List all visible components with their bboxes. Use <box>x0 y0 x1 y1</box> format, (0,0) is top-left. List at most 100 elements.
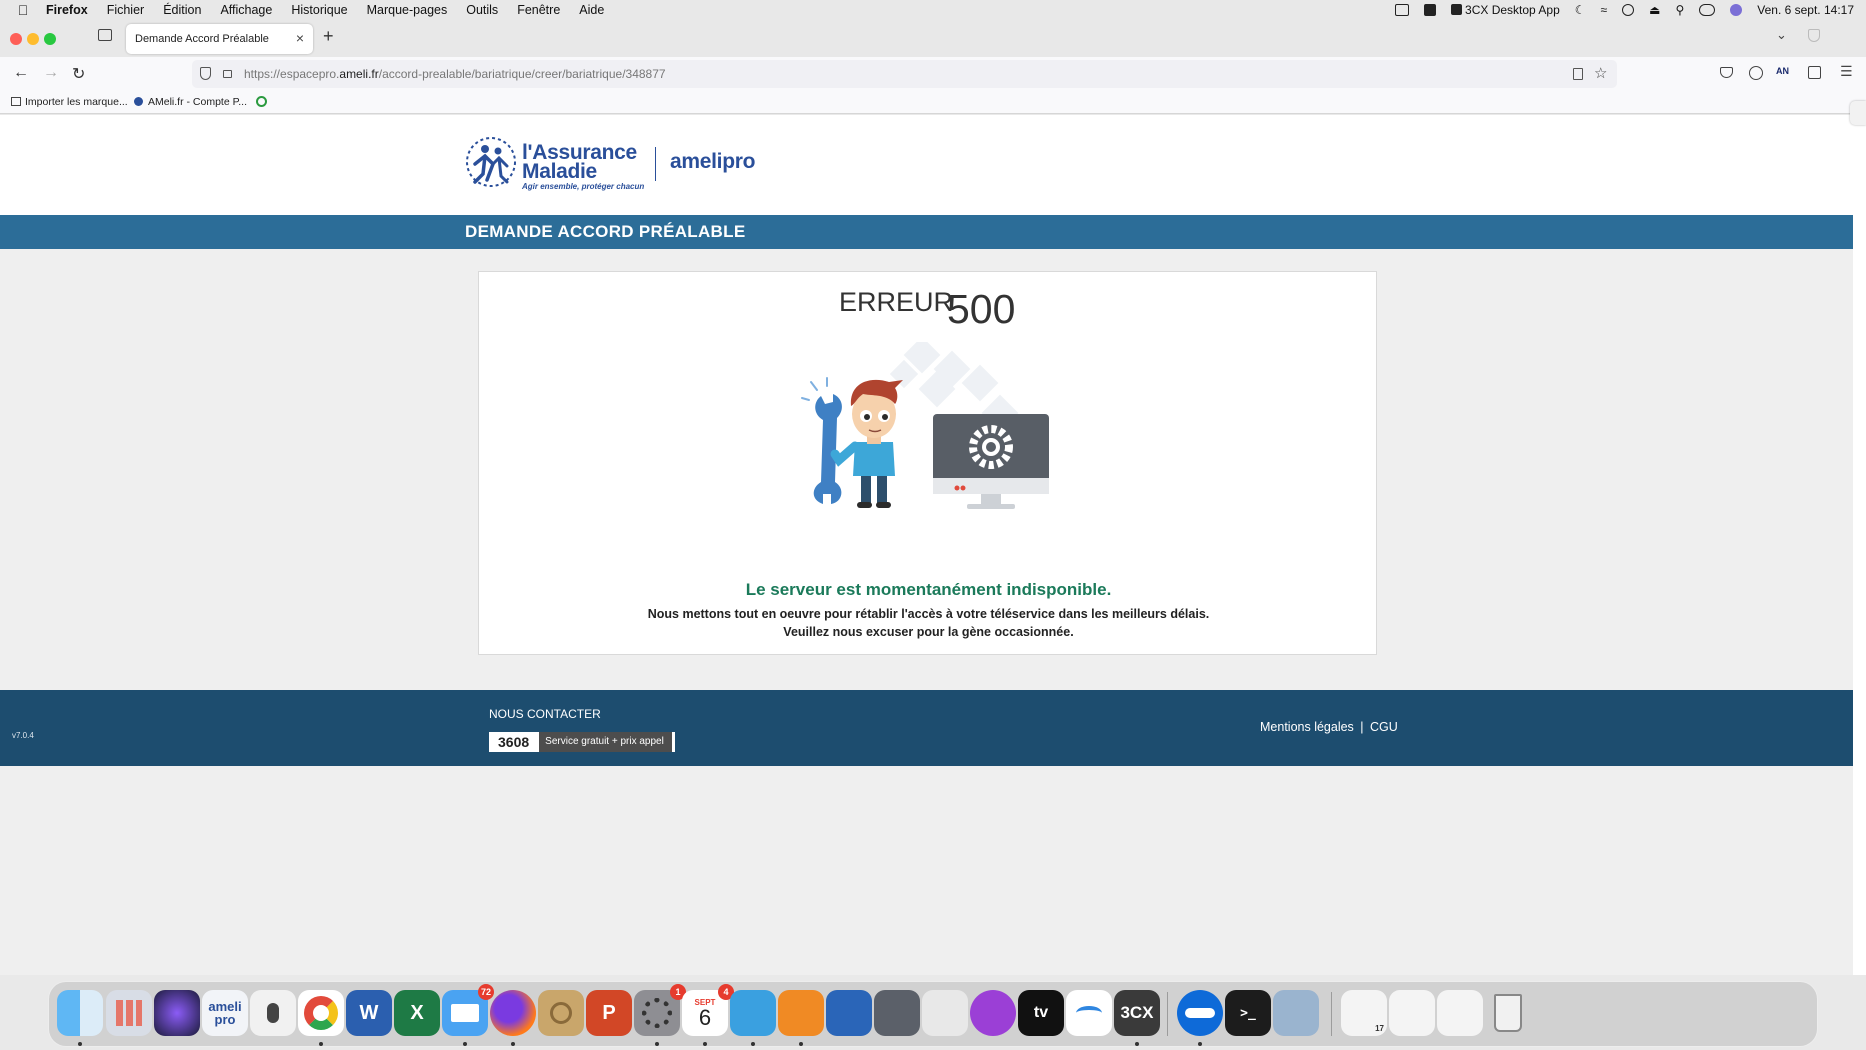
dock-contacts-icon[interactable] <box>538 990 584 1036</box>
dock-running-dot <box>799 1042 803 1046</box>
window-close-button[interactable] <box>10 33 22 45</box>
menu-outils[interactable]: Outils <box>466 3 498 17</box>
back-arrow-icon[interactable]: ← <box>13 64 29 82</box>
dock-powerpoint-icon[interactable]: P <box>586 990 632 1036</box>
url-domain: ameli.fr <box>339 67 379 81</box>
bookmark-green-favicon-icon[interactable] <box>256 96 267 107</box>
dock-preview-icon[interactable] <box>922 990 968 1036</box>
character-shoe-right <box>876 502 891 508</box>
time-machine-icon[interactable] <box>1622 3 1635 16</box>
menu-marque-pages[interactable]: Marque-pages <box>367 3 448 17</box>
bookmark-star-icon[interactable]: ☆ <box>1594 64 1607 82</box>
bookmark-import-label: Importer les marque... <box>25 96 128 108</box>
dock-finder-icon[interactable] <box>57 990 103 1036</box>
spotlight-search-icon[interactable]: ⚲ <box>1675 3 1684 17</box>
menu-aide[interactable]: Aide <box>579 3 604 17</box>
control-center-icon[interactable] <box>1699 3 1716 16</box>
list-all-tabs-chevron-icon[interactable]: ⌄ <box>1776 27 1787 43</box>
dock-scanner-icon[interactable] <box>874 990 920 1036</box>
menu-fichier[interactable]: Fichier <box>107 3 145 17</box>
ameli-favicon-icon <box>134 97 143 106</box>
dock-amelipro-app-icon[interactable]: ameli pro <box>202 990 248 1036</box>
dock-siri-icon[interactable] <box>154 990 200 1036</box>
active-tab[interactable]: Demande Accord Préalable × <box>126 24 313 54</box>
dock-recent-document-2-icon[interactable] <box>1389 990 1435 1036</box>
apple-menu-icon[interactable]:  <box>0 2 46 18</box>
menu-edition[interactable]: Édition <box>163 3 201 17</box>
logo-figure-head-1 <box>481 145 489 153</box>
sparkle-3 <box>801 397 810 401</box>
dock-podcasts-icon[interactable] <box>970 990 1016 1036</box>
macos-dock: ameli pro W X 72 P 1 SEPT 6 4 tv 3CX >_ … <box>48 981 1818 1047</box>
character-leg-left <box>861 472 871 504</box>
bookmark-ameli-compte[interactable]: AMeli.fr - Compte P... <box>134 96 247 108</box>
dock-system-settings-icon[interactable]: 1 <box>634 984 686 1036</box>
bookmarks-toolbar: Importer les marque... AMeli.fr - Compte… <box>0 91 1866 114</box>
url-text[interactable]: https://espacepro.ameli.fr/accord-preala… <box>244 67 666 81</box>
dock-mail-icon[interactable]: 72 <box>442 984 494 1036</box>
site-header: l'Assurance Maladie Agir ensemble, proté… <box>0 115 1853 215</box>
tab-close-icon[interactable]: × <box>296 30 304 46</box>
dock-orange-app-icon[interactable] <box>778 990 824 1036</box>
lock-icon[interactable] <box>223 70 232 78</box>
dock-3cx-icon[interactable]: 3CX <box>1114 990 1160 1036</box>
dock-dictation-app-icon[interactable] <box>250 990 296 1036</box>
dock-teamviewer-icon[interactable] <box>1177 990 1223 1036</box>
extensions-puzzle-icon[interactable] <box>1808 66 1821 79</box>
dock-terminal-icon[interactable]: >_ <box>1225 990 1271 1036</box>
dock-excel-icon[interactable]: X <box>394 990 440 1036</box>
dock-chrome-icon[interactable] <box>298 990 344 1036</box>
dock-calendar-icon[interactable]: SEPT 6 4 <box>682 984 734 1036</box>
extension-an-icon[interactable]: AN <box>1776 66 1789 76</box>
dock-trash-icon[interactable] <box>1485 990 1531 1036</box>
dock-recent-document-3-icon[interactable] <box>1437 990 1483 1036</box>
reload-icon[interactable]: ↻ <box>72 64 85 84</box>
dock-recent-document-1-icon[interactable]: 17 <box>1341 990 1387 1036</box>
menu-affichage[interactable]: Affichage <box>220 3 272 17</box>
tab-title: Demande Accord Préalable <box>135 33 269 45</box>
threecx-status-item[interactable]: 3CX Desktop App <box>1451 3 1560 17</box>
reader-view-icon[interactable] <box>1573 68 1583 80</box>
dock-firefox-icon[interactable] <box>490 990 536 1036</box>
account-icon[interactable] <box>1749 66 1763 80</box>
menu-historique[interactable]: Historique <box>291 3 347 17</box>
assurance-maladie-logo[interactable] <box>463 134 523 194</box>
dock-apple-tv-icon[interactable]: tv <box>1018 990 1064 1036</box>
url-bar[interactable]: https://espacepro.ameli.fr/accord-preala… <box>192 60 1617 88</box>
amelipro-wordmark[interactable]: amelipro <box>670 150 755 174</box>
bookmark-import[interactable]: Importer les marque... <box>11 96 128 108</box>
monitor-neck <box>981 494 1001 504</box>
menubar-status-area: 3CX Desktop App ☾ ≈ ⏏ ⚲ Ven. 6 sept. 14:… <box>1395 0 1854 19</box>
pocket-icon[interactable] <box>1720 67 1733 78</box>
dock-sesam-vitale-icon[interactable] <box>826 990 872 1036</box>
window-minimize-button[interactable] <box>27 33 39 45</box>
calendar-day: 6 <box>698 1004 712 1030</box>
wifi-icon[interactable]: ≈ <box>1601 3 1608 17</box>
status-app-icon[interactable] <box>1424 3 1437 16</box>
dock-screenshot-icon[interactable] <box>1273 990 1319 1036</box>
window-zoom-button[interactable] <box>44 33 56 45</box>
dock-word-icon[interactable]: W <box>346 990 392 1036</box>
app-version: v7.0.4 <box>12 731 34 740</box>
screen-share-icon[interactable] <box>1395 3 1410 16</box>
tracking-shield-icon[interactable] <box>200 67 211 80</box>
dock-doctor-app-icon[interactable] <box>730 990 776 1036</box>
menu-fenetre[interactable]: Fenêtre <box>517 3 560 17</box>
forward-arrow-icon[interactable]: → <box>43 64 59 82</box>
siri-icon[interactable] <box>1730 3 1743 16</box>
dock-running-dot <box>703 1042 707 1046</box>
new-tab-button[interactable]: + <box>323 26 334 47</box>
menu-app-firefox[interactable]: Firefox <box>46 3 88 17</box>
dock-launchpad-icon[interactable] <box>106 990 152 1036</box>
mentions-legales-link[interactable]: Mentions légales <box>1260 720 1354 734</box>
cgu-link[interactable]: CGU <box>1370 720 1398 734</box>
menubar-clock[interactable]: Ven. 6 sept. 14:17 <box>1757 3 1854 17</box>
firefox-view-icon[interactable] <box>98 29 112 41</box>
teamviewer-side-tab-icon[interactable] <box>1850 101 1866 125</box>
eject-icon[interactable]: ⏏ <box>1649 3 1660 17</box>
app-menu-hamburger-icon[interactable]: ☰ <box>1840 63 1853 80</box>
phone-badge[interactable]: 3608 Service gratuit + prix appel <box>489 732 675 752</box>
focus-moon-icon[interactable]: ☾ <box>1575 3 1586 17</box>
phone-service-note: Service gratuit + prix appel <box>539 732 675 752</box>
dock-freeform-icon[interactable] <box>1066 990 1112 1036</box>
